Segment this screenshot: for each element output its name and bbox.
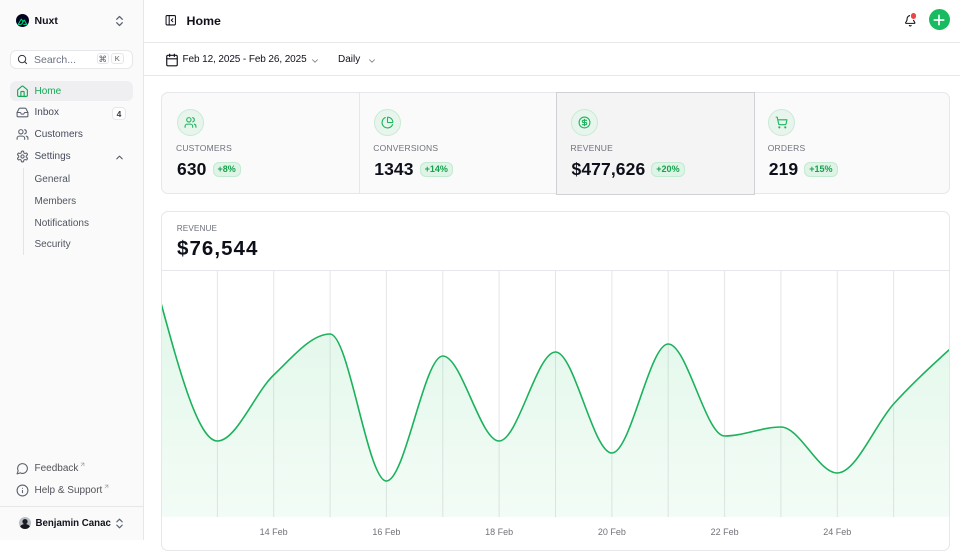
svg-text:24 Feb: 24 Feb [823, 527, 851, 537]
svg-text:16 Feb: 16 Feb [372, 527, 400, 537]
svg-text:14 Feb: 14 Feb [260, 527, 288, 537]
svg-text:22 Feb: 22 Feb [711, 527, 739, 537]
svg-text:20 Feb: 20 Feb [598, 527, 626, 537]
svg-text:18 Feb: 18 Feb [485, 527, 513, 537]
